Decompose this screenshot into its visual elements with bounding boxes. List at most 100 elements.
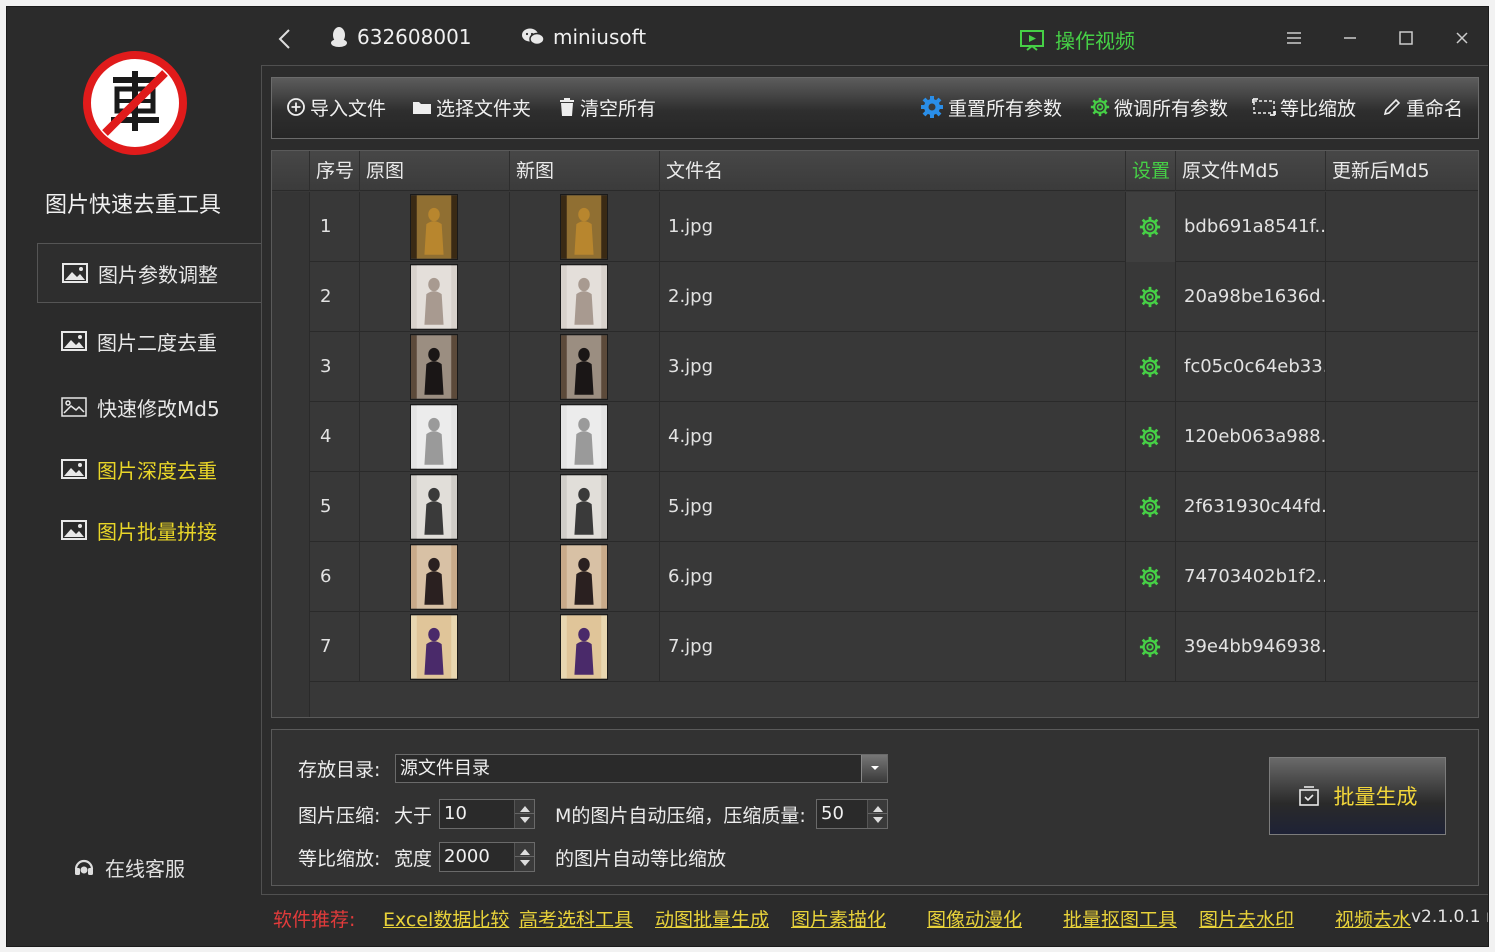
table-row[interactable]: 7 7.jpg 39e4bb946938... bbox=[272, 612, 1478, 682]
compress-quality-stepper[interactable] bbox=[867, 800, 887, 828]
compress-size-input[interactable]: 10 bbox=[439, 799, 535, 829]
new-thumbnail-cell[interactable] bbox=[510, 402, 660, 472]
row-header[interactable] bbox=[272, 612, 310, 682]
compress-size-stepper[interactable] bbox=[514, 800, 534, 828]
footer-link[interactable]: Excel数据比较 bbox=[383, 905, 509, 932]
tutorial-video-link[interactable]: 操作视频 bbox=[1019, 25, 1135, 54]
footer-link[interactable]: 高考选科工具 bbox=[519, 905, 633, 932]
settings-cell[interactable] bbox=[1126, 472, 1176, 542]
original-thumbnail-cell[interactable] bbox=[360, 262, 510, 332]
maximize-icon[interactable] bbox=[1391, 23, 1421, 53]
new-thumbnail-cell[interactable] bbox=[510, 542, 660, 612]
row-header[interactable] bbox=[272, 402, 310, 472]
image-icon bbox=[61, 459, 87, 479]
save-dir-select[interactable]: 源文件目录 bbox=[395, 754, 888, 783]
select-folder-button[interactable]: 选择文件夹 bbox=[412, 92, 531, 122]
row-header[interactable] bbox=[272, 332, 310, 402]
gear-icon[interactable] bbox=[1139, 286, 1161, 308]
original-thumbnail-cell[interactable] bbox=[360, 192, 510, 262]
original-thumbnail-cell[interactable] bbox=[360, 472, 510, 542]
footer-link[interactable]: 动图批量生成 bbox=[655, 905, 769, 932]
new-md5-cell bbox=[1326, 262, 1478, 332]
original-thumbnail-cell[interactable] bbox=[360, 542, 510, 612]
gear-icon[interactable] bbox=[1139, 496, 1161, 518]
fine-tune-button[interactable]: 微调所有参数 bbox=[1090, 92, 1228, 122]
row-index: 5 bbox=[310, 472, 360, 542]
gear-icon[interactable] bbox=[1139, 566, 1161, 588]
row-index: 7 bbox=[310, 612, 360, 682]
md5-cell: 20a98be1636d... bbox=[1176, 262, 1326, 332]
original-thumbnail bbox=[410, 334, 458, 400]
scale-label: 等比缩放 bbox=[1280, 97, 1357, 120]
footer-link[interactable]: 批量抠图工具 bbox=[1063, 905, 1177, 932]
table-row[interactable]: 5 5.jpg 2f631930c44fd... bbox=[272, 472, 1478, 542]
gear-icon[interactable] bbox=[1139, 426, 1161, 448]
settings-cell[interactable] bbox=[1126, 402, 1176, 472]
row-header[interactable] bbox=[272, 262, 310, 332]
width-label: 宽度 bbox=[394, 848, 433, 870]
sidebar-item-second-dedup[interactable]: 图片二度去重 bbox=[37, 311, 261, 371]
file-table: 序号 原图 新图 文件名 设置 原文件Md5 更新后Md5 1 1.jpg bdb6… bbox=[271, 150, 1479, 718]
back-chevron-icon[interactable] bbox=[275, 27, 295, 51]
gear-icon[interactable] bbox=[1139, 216, 1161, 238]
table-row[interactable]: 6 6.jpg 74703402b1f2... bbox=[272, 542, 1478, 612]
row-header[interactable] bbox=[272, 192, 310, 262]
original-thumbnail-cell[interactable] bbox=[360, 612, 510, 682]
footer-link[interactable]: 图片去水印 bbox=[1199, 905, 1294, 932]
reset-params-button[interactable]: 重置所有参数 bbox=[920, 92, 1062, 122]
row-header[interactable] bbox=[272, 472, 310, 542]
settings-cell[interactable] bbox=[1126, 332, 1176, 402]
table-row[interactable]: 2 2.jpg 20a98be1636d... bbox=[272, 262, 1478, 332]
new-thumbnail-cell[interactable] bbox=[510, 612, 660, 682]
wechat-icon bbox=[522, 28, 545, 46]
compress-quality-value: 50 bbox=[821, 803, 844, 824]
new-thumbnail-cell[interactable] bbox=[510, 472, 660, 542]
scale-button[interactable]: 等比缩放 bbox=[1252, 92, 1356, 122]
header-md5: 原文件Md5 bbox=[1176, 151, 1326, 191]
new-thumbnail-cell[interactable] bbox=[510, 262, 660, 332]
sidebar-item-deep-dedup[interactable]: 图片深度去重 bbox=[37, 439, 261, 499]
dropdown-button[interactable] bbox=[861, 755, 887, 782]
settings-cell[interactable] bbox=[1126, 192, 1176, 262]
row-index: 1 bbox=[310, 192, 360, 262]
footer-link[interactable]: 图片素描化 bbox=[791, 905, 886, 932]
original-thumbnail-cell[interactable] bbox=[360, 332, 510, 402]
new-thumbnail bbox=[560, 614, 608, 680]
close-icon[interactable] bbox=[1447, 23, 1477, 53]
batch-generate-button[interactable]: 批量生成 bbox=[1269, 757, 1446, 835]
footer-link[interactable]: 视频去水印 bbox=[1335, 905, 1411, 932]
width-input[interactable]: 2000 bbox=[439, 842, 535, 872]
row-header[interactable] bbox=[272, 542, 310, 612]
menu-icon[interactable] bbox=[1279, 23, 1309, 53]
settings-cell[interactable] bbox=[1126, 542, 1176, 612]
table-row[interactable]: 1 1.jpg bdb691a8541f... bbox=[272, 192, 1478, 262]
folder-icon bbox=[413, 102, 431, 114]
settings-cell[interactable] bbox=[1126, 612, 1176, 682]
settings-cell[interactable] bbox=[1126, 262, 1176, 332]
gear-icon[interactable] bbox=[1139, 636, 1161, 658]
width-stepper[interactable] bbox=[514, 843, 534, 871]
original-thumbnail-cell[interactable] bbox=[360, 402, 510, 472]
compress-quality-input[interactable]: 50 bbox=[816, 799, 888, 829]
new-thumbnail bbox=[560, 334, 608, 400]
footer-link[interactable]: 图像动漫化 bbox=[927, 905, 1022, 932]
gear-icon[interactable] bbox=[1139, 356, 1161, 378]
sidebar-item-params[interactable]: 图片参数调整 bbox=[37, 243, 263, 303]
fine-tune-label: 微调所有参数 bbox=[1114, 97, 1229, 120]
wechat-contact: miniusoft bbox=[521, 25, 646, 49]
import-file-button[interactable]: 导入文件 bbox=[286, 92, 386, 122]
image-icon bbox=[61, 331, 87, 351]
table-row[interactable]: 3 3.jpg fc05c0c64eb33... bbox=[272, 332, 1478, 402]
scale-description: 的图片自动等比缩放 bbox=[555, 848, 727, 870]
rename-button[interactable]: 重命名 bbox=[1382, 92, 1463, 122]
new-thumbnail-cell[interactable] bbox=[510, 192, 660, 262]
table-row[interactable]: 4 4.jpg 120eb063a988... bbox=[272, 402, 1478, 472]
sidebar-item-md5[interactable]: 快速修改Md5 bbox=[37, 377, 261, 437]
rename-label: 重命名 bbox=[1406, 97, 1464, 120]
customer-service-link[interactable]: 在线客服 bbox=[73, 853, 185, 882]
sidebar-item-stitch[interactable]: 图片批量拼接 bbox=[37, 500, 261, 560]
minimize-icon[interactable] bbox=[1335, 23, 1365, 53]
new-thumbnail-cell[interactable] bbox=[510, 332, 660, 402]
clear-all-button[interactable]: 清空所有 bbox=[558, 92, 656, 122]
video-play-icon bbox=[1020, 29, 1044, 51]
